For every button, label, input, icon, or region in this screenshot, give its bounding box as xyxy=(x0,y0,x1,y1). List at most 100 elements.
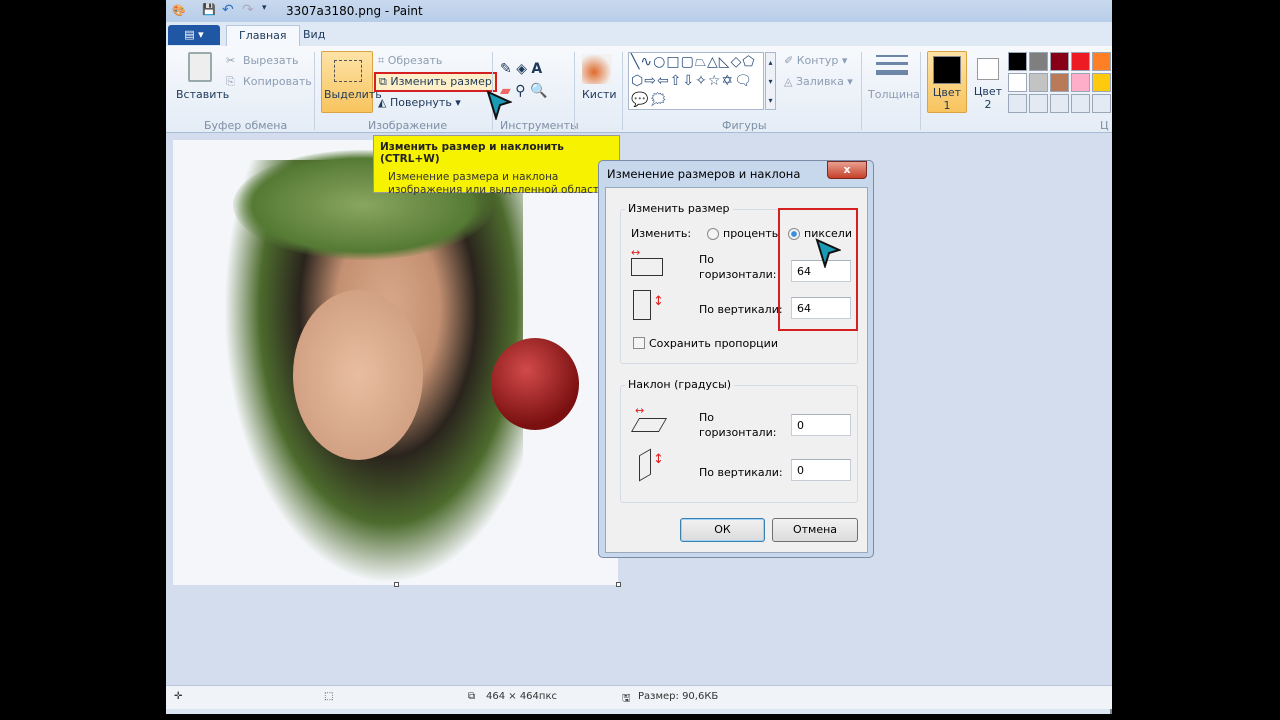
image-canvas[interactable] xyxy=(173,140,618,585)
color2-label: Цвет xyxy=(973,85,1003,98)
palette-color-swatch[interactable] xyxy=(1008,52,1027,71)
color-picker-icon[interactable]: ⚲ xyxy=(515,83,525,99)
redo-icon[interactable]: ↷ xyxy=(242,2,254,18)
palette-empty-swatch[interactable] xyxy=(1092,94,1111,113)
copy-icon: ⎘ xyxy=(226,75,235,88)
palette-color-swatch[interactable] xyxy=(1092,52,1111,71)
brushes-button[interactable]: Кисти xyxy=(582,88,617,101)
shapes-gallery[interactable]: ╲∿○□▢⏢△◺◇⬠⬡⇨⇦⇧⇩✧☆✡🗨💬🗯 xyxy=(628,52,764,110)
palette-color-swatch[interactable] xyxy=(1050,52,1069,71)
cursor-position-icon: ✛ xyxy=(174,691,183,702)
skew-vertical-input[interactable]: 0 xyxy=(791,459,851,481)
pixels-highlight xyxy=(778,208,858,331)
file-size: Размер: 90,6КБ xyxy=(638,691,719,702)
change-by-label: Изменить: xyxy=(631,227,692,240)
palette-color-swatch[interactable] xyxy=(1071,52,1090,71)
separator xyxy=(314,52,315,130)
palette-color-swatch[interactable] xyxy=(1008,73,1027,92)
palette-empty-swatch[interactable] xyxy=(1050,94,1069,113)
resize-tooltip: Изменить размер и наклонить (CTRL+W) Изм… xyxy=(373,135,620,196)
skew-horizontal-input[interactable]: 0 xyxy=(791,414,851,436)
palette-color-swatch[interactable] xyxy=(1092,73,1111,92)
paste-button[interactable]: Вставить xyxy=(176,88,229,101)
palette-color-swatch[interactable] xyxy=(1071,73,1090,92)
mouse-cursor-icon xyxy=(815,238,841,268)
palette-color-swatch[interactable] xyxy=(1029,52,1048,71)
quick-access-dropdown-icon[interactable]: ▾ xyxy=(262,3,267,13)
color1-button[interactable]: Цвет 1 xyxy=(927,51,967,113)
rotate-button[interactable]: ◭ Повернуть ▾ xyxy=(378,96,461,109)
image-size-icon: ⧉ xyxy=(468,691,476,702)
undo-icon[interactable]: ↶ xyxy=(222,2,234,18)
dialog-title: Изменение размеров и наклона xyxy=(607,167,801,181)
size-icon xyxy=(876,55,908,75)
keep-ratio-checkbox[interactable] xyxy=(633,337,645,349)
resize-handle[interactable] xyxy=(394,582,399,587)
outline-label: Контур xyxy=(796,54,839,67)
ribbon: Вставить ✂ Вырезать ⎘ Копировать Буфер о… xyxy=(166,46,1112,133)
size-button[interactable]: Толщина xyxy=(868,88,920,101)
vertical-arrow-icon: ↕ xyxy=(653,294,664,309)
select-icon xyxy=(334,60,362,82)
palette-color-swatch[interactable] xyxy=(1050,73,1069,92)
colors-group-label: Ц xyxy=(1100,119,1109,132)
cancel-button[interactable]: Отмена xyxy=(772,518,858,542)
select-button[interactable]: Выделить xyxy=(321,51,382,113)
crop-label: Обрезать xyxy=(387,54,443,67)
resize-label: Изменить размер xyxy=(390,75,492,88)
palette-empty-swatch[interactable] xyxy=(1071,94,1090,113)
crop-button[interactable]: ⌗ Обрезать xyxy=(378,54,442,68)
color1-num: 1 xyxy=(943,99,951,112)
face-image xyxy=(293,290,423,460)
percent-radio[interactable] xyxy=(707,228,719,240)
mouse-cursor-icon xyxy=(486,90,512,120)
outline-button[interactable]: ✐ Контур ▾ xyxy=(784,54,847,67)
resize-button[interactable]: ⧉ Изменить размер xyxy=(374,72,497,92)
skew-group-title: Наклон (градусы) xyxy=(625,378,735,391)
skew-horizontal-icon xyxy=(630,418,668,432)
horizontal-resize-icon xyxy=(631,258,663,276)
close-button[interactable]: x xyxy=(827,161,867,179)
vertical-resize-icon xyxy=(633,290,651,320)
color2-num: 2 xyxy=(984,98,992,111)
tab-view[interactable]: Вид xyxy=(291,25,337,46)
color2-button[interactable]: Цвет 2 xyxy=(970,51,1006,113)
save-icon[interactable]: 💾 xyxy=(202,3,216,16)
paint-app-icon: 🎨 xyxy=(172,4,186,17)
fill-icon[interactable]: ◈ xyxy=(516,61,527,77)
file-menu-button[interactable]: ▤ ▾ xyxy=(168,25,220,45)
resize-group-title: Изменить размер xyxy=(625,202,733,215)
keep-ratio-label[interactable]: Сохранить пропорции xyxy=(649,337,778,350)
cut-icon: ✂ xyxy=(226,54,236,67)
cut-button[interactable]: Вырезать xyxy=(243,54,298,67)
fill-button[interactable]: ◬ Заливка ▾ xyxy=(784,75,853,88)
resize-skew-dialog: Изменение размеров и наклона x Изменить … xyxy=(598,160,874,558)
color-palette xyxy=(1008,52,1118,113)
skew-vertical-arrow-icon: ↕ xyxy=(653,452,664,467)
percent-label[interactable]: проценты xyxy=(723,227,780,240)
title-bar: 🎨 💾 ↶ ↷ ▾ 3307a3180.png - Paint xyxy=(166,0,1112,22)
separator xyxy=(861,52,862,130)
palette-color-swatch[interactable] xyxy=(1029,73,1048,92)
ok-button[interactable]: ОК xyxy=(680,518,765,542)
skew-vertical-label: По вертикали: xyxy=(699,466,783,479)
copy-button[interactable]: Копировать xyxy=(243,75,312,88)
fill-label: Заливка xyxy=(795,75,844,88)
resize-horizontal-label: По горизонтали: xyxy=(699,253,777,281)
pencil-icon[interactable]: ✎ xyxy=(500,61,512,77)
text-icon[interactable]: A xyxy=(531,61,542,77)
selection-size-icon: ⬚ xyxy=(324,691,334,702)
tooltip-body: Изменение размера и наклона изображения … xyxy=(388,171,610,196)
resize-vertical-label: По вертикали: xyxy=(699,303,783,316)
shapes-scrollbar[interactable]: ▴ ▾ ▾ xyxy=(765,52,776,110)
rotate-label: Повернуть xyxy=(389,96,452,109)
color2-swatch xyxy=(977,58,999,80)
separator xyxy=(574,52,575,130)
palette-empty-swatch[interactable] xyxy=(1008,94,1027,113)
image-group-label: Изображение xyxy=(368,119,448,132)
palette-empty-swatch[interactable] xyxy=(1029,94,1048,113)
magnifier-icon[interactable]: 🔍 xyxy=(530,83,547,99)
resize-handle[interactable] xyxy=(616,582,621,587)
tab-home[interactable]: Главная xyxy=(226,25,300,46)
skew-vertical-icon xyxy=(639,448,651,482)
